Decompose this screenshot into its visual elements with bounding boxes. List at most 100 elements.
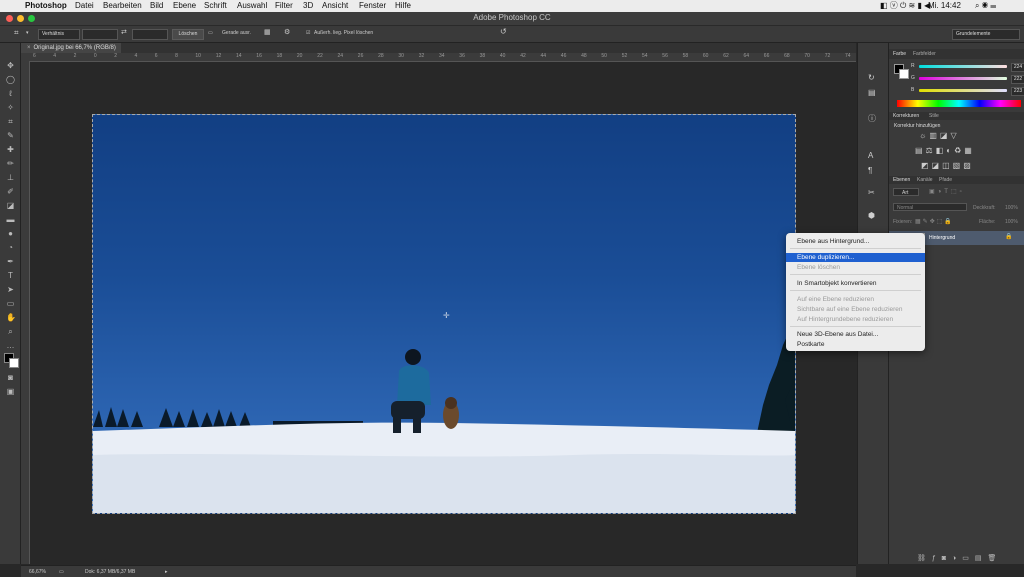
gradient-tool-icon[interactable]: ▬: [6, 215, 15, 224]
menu-schrift[interactable]: Schrift: [204, 1, 227, 11]
properties-icon[interactable]: ▤: [868, 88, 876, 97]
history-brush-icon[interactable]: ✐: [6, 187, 15, 196]
layers-footer-icons[interactable]: ⛓ƒ◙◑▭▤🗑: [917, 554, 1002, 562]
crop-tool-icon[interactable]: ⌗: [14, 28, 19, 38]
menu-item-flatten-image[interactable]: Auf Hintergrundebene reduzieren: [786, 315, 925, 324]
menu-item-duplicate-layer[interactable]: Ebene duplizieren...: [786, 253, 925, 262]
ratio-select[interactable]: Verhältnis: [38, 29, 80, 40]
document-image[interactable]: ✛: [92, 114, 796, 514]
tab-farbfelder[interactable]: Farbfelder: [913, 51, 936, 57]
menubar-clock[interactable]: Mi. 14:42: [928, 1, 961, 11]
menu-item-convert-smart-object[interactable]: In Smartobjekt konvertieren: [786, 279, 925, 288]
menu-item-delete-layer[interactable]: Ebene löschen: [786, 263, 925, 272]
background-color-swatch[interactable]: [9, 358, 19, 368]
workspace-select[interactable]: Grundelemente: [952, 29, 1020, 40]
pen-tool-icon[interactable]: ✒: [6, 257, 15, 266]
menu-item-new-3d-layer[interactable]: Neue 3D-Ebene aus Datei...: [786, 330, 925, 339]
red-value[interactable]: 224: [1011, 63, 1024, 72]
menu-item-merge-visible[interactable]: Sichtbare auf eine Ebene reduzieren: [786, 305, 925, 314]
menu-item-postcard[interactable]: Postkarte: [786, 340, 925, 349]
straighten-label[interactable]: Gerade ausr.: [222, 30, 251, 36]
rectangle-tool-icon[interactable]: ▭: [6, 299, 15, 308]
layer-filter-icons[interactable]: ▣◑T⬚▫: [929, 188, 965, 195]
menubar-extra-icons[interactable]: ⌕ ◉ ☰: [975, 1, 996, 11]
menu-hilfe[interactable]: Hilfe: [395, 1, 411, 11]
menu-filter[interactable]: Filter: [275, 1, 293, 11]
fill-value[interactable]: 100%: [1005, 219, 1018, 225]
document-tab[interactable]: × Original.jpg bei 66,7% (RGB/8): [21, 43, 121, 53]
swap-icon[interactable]: ⇄: [121, 28, 127, 36]
tab-ebenen[interactable]: Ebenen: [893, 177, 910, 183]
layer-kind-filter[interactable]: Art: [893, 188, 919, 196]
tab-korrekturen[interactable]: Korrekturen: [893, 113, 919, 119]
menu-item-layer-from-background[interactable]: Ebene aus Hintergrund...: [786, 237, 925, 246]
correction-icons-row2[interactable]: ▤⚖◧◐♻▦: [915, 146, 975, 155]
crop-tool-icon[interactable]: ⌗: [6, 117, 15, 126]
marquee-tool-icon[interactable]: ◯: [6, 75, 15, 84]
menu-3d[interactable]: 3D: [303, 1, 313, 11]
width-input[interactable]: [82, 29, 118, 40]
red-slider[interactable]: [919, 65, 1007, 68]
gear-icon[interactable]: ⚙: [284, 28, 290, 36]
tools-preset-icon[interactable]: ✂: [868, 188, 875, 197]
eyedropper-icon[interactable]: ✎: [6, 131, 15, 140]
blue-value[interactable]: 223: [1011, 87, 1024, 96]
hand-tool-icon[interactable]: ✋: [6, 313, 16, 322]
eraser-icon[interactable]: ◪: [6, 201, 15, 210]
menu-bild[interactable]: Bild: [150, 1, 163, 11]
layer-name[interactable]: Hintergrund: [929, 235, 955, 241]
move-tool-icon[interactable]: ✥: [6, 61, 15, 70]
green-value[interactable]: 222: [1011, 75, 1024, 84]
delete-pixels-checkbox[interactable]: ☑: [306, 30, 310, 36]
tab-kanaele[interactable]: Kanäle: [917, 177, 933, 183]
tab-farbe[interactable]: Farbe: [893, 51, 906, 57]
zoom-tool-icon[interactable]: ⌕: [6, 327, 15, 336]
clone-stamp-icon[interactable]: ⊥: [6, 173, 15, 182]
character-icon[interactable]: A: [868, 151, 873, 160]
3d-icon[interactable]: ⬢: [868, 211, 875, 220]
menu-ebene[interactable]: Ebene: [173, 1, 196, 11]
more-tools-icon[interactable]: …: [6, 341, 15, 350]
info-icon[interactable]: ⓘ: [868, 113, 876, 124]
screen-mode-icon[interactable]: ▣: [6, 387, 15, 396]
menu-ansicht[interactable]: Ansicht: [322, 1, 348, 11]
menu-datei[interactable]: Datei: [75, 1, 94, 11]
chevron-down-icon[interactable]: ▾: [26, 30, 29, 36]
grid-overlay-icon[interactable]: ▦: [264, 28, 271, 36]
status-icons[interactable]: ◧ ⓥ ⏻ ≋ ▮ ◀: [880, 1, 930, 11]
quick-mask-icon[interactable]: ◙: [6, 373, 15, 382]
delete-pixels-label[interactable]: Außerh. lieg. Pixel löschen: [314, 30, 373, 36]
reset-icon[interactable]: ↺: [500, 27, 507, 36]
close-tab-icon[interactable]: ×: [27, 45, 31, 51]
lasso-tool-icon[interactable]: ℓ: [6, 89, 15, 98]
blend-mode-select[interactable]: Normal: [893, 203, 967, 211]
menu-fenster[interactable]: Fenster: [359, 1, 386, 11]
dodge-tool-icon[interactable]: ◔: [6, 243, 15, 252]
correction-icons-row1[interactable]: ☼▥◪▽: [919, 131, 960, 140]
menu-app-name[interactable]: Photoshop: [25, 1, 67, 11]
color-spectrum[interactable]: [897, 100, 1021, 107]
type-tool-icon[interactable]: T: [6, 271, 15, 280]
bg-swatch[interactable]: [899, 69, 909, 79]
correction-icons-row3[interactable]: ◩◪◫▧▨: [921, 161, 974, 170]
straighten-icon[interactable]: ▭: [208, 30, 213, 36]
status-arrow-icon[interactable]: ▸: [165, 569, 168, 575]
tab-pfade[interactable]: Pfade: [939, 177, 952, 183]
status-icon[interactable]: ▭: [59, 569, 64, 575]
zoom-level[interactable]: 66,67%: [29, 569, 46, 575]
brush-tool-icon[interactable]: ✏: [6, 159, 15, 168]
menu-bearbeiten[interactable]: Bearbeiten: [103, 1, 142, 11]
magic-wand-icon[interactable]: ✧: [6, 103, 15, 112]
tab-stile[interactable]: Stile: [929, 113, 939, 119]
menu-auswahl[interactable]: Auswahl: [237, 1, 267, 11]
green-slider[interactable]: [919, 77, 1007, 80]
blur-tool-icon[interactable]: ●: [6, 229, 15, 238]
paragraph-icon[interactable]: ¶: [868, 166, 872, 175]
lock-icons[interactable]: ▦✎✥⬚🔒: [915, 218, 954, 225]
path-selection-icon[interactable]: ➤: [6, 285, 15, 294]
blue-slider[interactable]: [919, 89, 1007, 92]
clear-button[interactable]: Löschen: [172, 29, 204, 40]
opacity-value[interactable]: 100%: [1005, 205, 1018, 211]
healing-brush-icon[interactable]: ✚: [6, 145, 15, 154]
height-input[interactable]: [132, 29, 168, 40]
